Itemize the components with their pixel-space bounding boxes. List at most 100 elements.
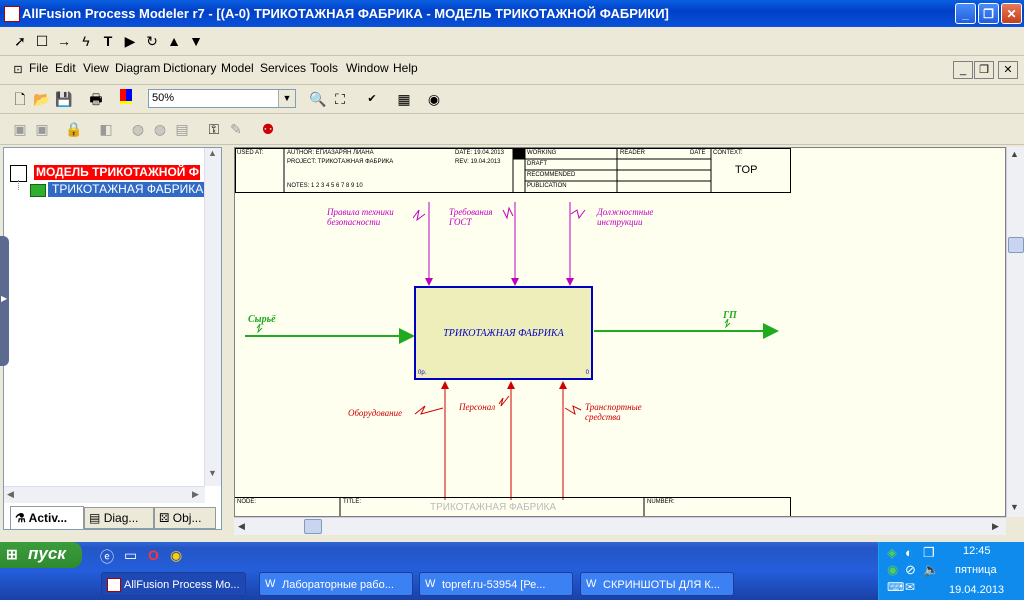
scroll-down-icon[interactable]: ▼: [208, 468, 217, 478]
wrench-icon: ✎: [230, 121, 242, 137]
zoom-select[interactable]: 50% ▼: [148, 89, 296, 108]
chrome-icon[interactable]: ◉: [170, 547, 182, 564]
mdi-minimize-button[interactable]: _: [953, 61, 973, 79]
minimize-button[interactable]: _: [955, 3, 976, 24]
control-label-instructions[interactable]: Должностные инструкции: [597, 207, 657, 227]
task-word-screens[interactable]: W СКРИНШОТЫ ДЛЯ К...: [580, 572, 734, 596]
menu-help[interactable]: Help: [393, 61, 418, 75]
tab-diagrams-icon: ▤: [89, 511, 101, 525]
input-label[interactable]: Сырьё: [248, 314, 276, 325]
tree-hscrollbar[interactable]: ◀ ▶: [4, 486, 205, 503]
tree-root-item[interactable]: МОДЕЛЬ ТРИКОТАЖНОЙ Ф: [34, 165, 200, 180]
zoom-in-icon[interactable]: 🔍: [308, 89, 328, 109]
mechanism-label-staff[interactable]: Персонал: [459, 402, 495, 412]
tree-child-item[interactable]: ТРИКОТАЖНАЯ ФАБРИКА: [48, 182, 206, 197]
menu-bar: ⊡ File Edit View Diagram Dictionary Mode…: [0, 56, 1024, 85]
print-icon[interactable]: 🖶: [86, 89, 106, 109]
mechanism-label-equipment[interactable]: Оборудование: [348, 408, 402, 418]
volume-icon[interactable]: 🔈: [923, 562, 939, 578]
keyboard-icon[interactable]: ⌨: [887, 580, 904, 594]
output-label[interactable]: ГП: [723, 310, 737, 321]
users-icon[interactable]: ⚉: [258, 119, 278, 139]
new-file-icon[interactable]: 🗋: [10, 89, 30, 109]
color-icon[interactable]: [116, 89, 136, 109]
task-allfusion[interactable]: AllFusion Process Mo...: [101, 572, 246, 596]
hscroll-thumb[interactable]: [304, 519, 322, 534]
chevron-down-icon[interactable]: ▼: [278, 90, 295, 107]
menu-services[interactable]: Services: [260, 61, 306, 75]
windows-logo-icon: ⊞: [6, 546, 18, 562]
diagram-hscrollbar[interactable]: ◀ ▶: [234, 517, 1006, 535]
menu-model[interactable]: Model: [221, 61, 254, 75]
menu-edit[interactable]: Edit: [55, 61, 76, 75]
open-folder-icon[interactable]: 📂: [32, 89, 52, 109]
tray-misc-icon[interactable]: ✉: [905, 580, 915, 594]
start-label: пуск: [28, 544, 66, 563]
palette-toolbar: ➚ ☐ → ϟ T ▶ ↻ ▲ ▼: [0, 27, 1024, 56]
start-button[interactable]: ⊞ пуск: [0, 542, 82, 568]
mdi-close-button[interactable]: ✕: [998, 61, 1018, 79]
task-word-topref[interactable]: W topref.ru-53954 [Ре...: [419, 572, 573, 596]
scroll-right-icon[interactable]: ▶: [992, 521, 999, 532]
menu-view[interactable]: View: [83, 61, 109, 75]
zoom-fit-icon[interactable]: ⛶: [330, 89, 350, 109]
tray-app2-icon[interactable]: ⊘: [905, 562, 916, 578]
maximize-button[interactable]: ❐: [978, 3, 999, 24]
down-icon[interactable]: ▼: [186, 31, 206, 51]
tab-diagrams[interactable]: ▤ Diag...: [84, 507, 154, 529]
close-button[interactable]: ✕: [1001, 3, 1022, 24]
arrow-tool-icon[interactable]: →: [54, 31, 74, 51]
tray-window-icon[interactable]: ❐: [923, 545, 935, 561]
scroll-up-icon[interactable]: ▲: [1010, 149, 1019, 159]
panel-splitter-handle[interactable]: ▶: [0, 236, 9, 366]
vscroll-thumb[interactable]: [1008, 237, 1024, 253]
control-label-safety[interactable]: Правила техники безопасности: [327, 207, 407, 227]
activity-box[interactable]: ТРИКОТАЖНАЯ ФАБРИКА 0р. 0: [414, 286, 593, 380]
model-toolbar: ▣ ▣ 🔒 ◧ ◍ ◍ ▤ ⚿ ✎ ⚉: [0, 114, 1024, 145]
pointer-tool-icon[interactable]: ➚: [10, 31, 30, 51]
squiggle-tool-icon[interactable]: ϟ: [76, 31, 96, 51]
scroll-left-icon[interactable]: ◀: [238, 521, 245, 532]
tab-objects[interactable]: ⚄ Obj...: [154, 507, 216, 529]
play-icon[interactable]: ▶: [120, 31, 140, 51]
model-explorer-icon[interactable]: ▦: [394, 89, 414, 109]
clock-time[interactable]: 12:45: [963, 545, 991, 557]
menu-diagram[interactable]: Diagram: [115, 61, 160, 75]
tab-activities[interactable]: ⚗ Activ...: [10, 506, 84, 529]
show-desktop-icon[interactable]: ▭: [124, 547, 137, 564]
menu-window[interactable]: Window: [346, 61, 389, 75]
scroll-left-icon[interactable]: ◀: [7, 489, 14, 500]
opera-icon[interactable]: O: [148, 547, 159, 563]
undo-icon[interactable]: ↻: [142, 31, 162, 51]
menu-tools[interactable]: Tools: [310, 61, 338, 75]
title-bar: AllFusion Process Modeler r7 - [(A-0) ТР…: [0, 0, 1024, 27]
tree-scrollbar[interactable]: ▲ ▼: [204, 148, 221, 486]
diagram-canvas[interactable]: USED AT: AUTHOR: ЕГИАЗАРЯН ЛИАНА PROJECT…: [234, 147, 1006, 517]
scroll-up-icon[interactable]: ▲: [208, 148, 217, 158]
mechanism-label-transport[interactable]: Транспортные средства: [585, 402, 655, 422]
up-icon[interactable]: ▲: [164, 31, 184, 51]
save-icon[interactable]: 💾: [54, 89, 74, 109]
disabled-tool-icon: ▤: [175, 121, 189, 137]
mdi-restore-button[interactable]: ❐: [974, 61, 994, 79]
diagram-vscrollbar[interactable]: ▲ ▼: [1006, 147, 1024, 517]
tab-objects-icon: ⚄: [159, 511, 170, 525]
app-icon: [107, 578, 121, 592]
globe-icon[interactable]: ◉: [424, 89, 444, 109]
network-icon[interactable]: ◈: [887, 545, 897, 561]
text-tool-icon[interactable]: T: [98, 31, 118, 51]
activity-box-tool-icon[interactable]: ☐: [32, 31, 52, 51]
scroll-right-icon[interactable]: ▶: [192, 489, 199, 500]
key-icon[interactable]: ⚿: [204, 119, 224, 139]
zoom-value: 50%: [152, 92, 175, 104]
tray-status-icon[interactable]: ◉: [887, 562, 898, 578]
spellcheck-icon[interactable]: ✔: [362, 89, 382, 109]
menu-dictionary[interactable]: Dictionary: [163, 61, 216, 75]
control-label-gost[interactable]: Требования ГОСТ: [449, 207, 505, 227]
tray-app-icon[interactable]: ◐: [905, 545, 913, 560]
activity-name: ТРИКОТАЖНАЯ ФАБРИКА: [443, 328, 564, 339]
ie-icon[interactable]: ⓔ: [100, 547, 114, 567]
task-word-lab[interactable]: W Лабораторные рабо...: [259, 572, 413, 596]
menu-file[interactable]: File: [29, 61, 48, 75]
scroll-down-icon[interactable]: ▼: [1010, 502, 1019, 512]
